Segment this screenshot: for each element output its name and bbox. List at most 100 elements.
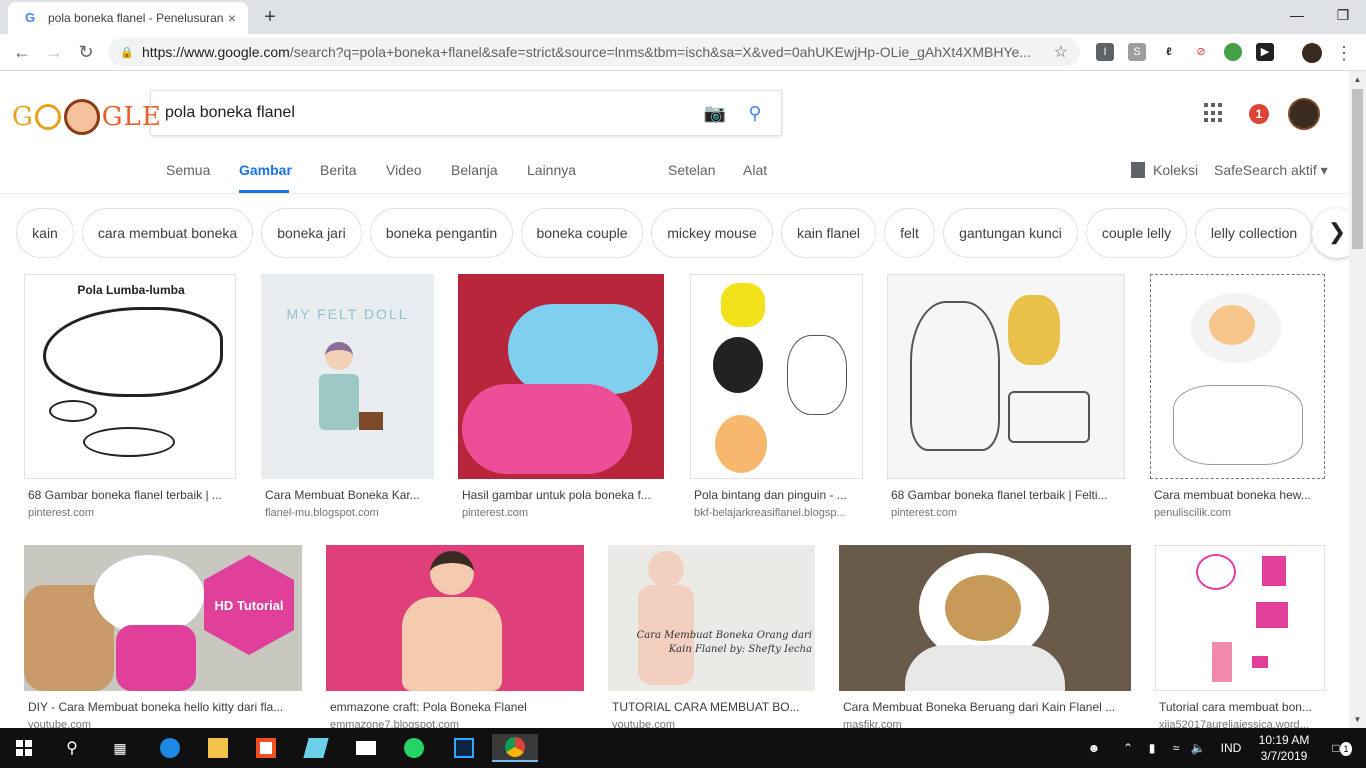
task-view-icon[interactable]: ▦ bbox=[100, 734, 140, 762]
result-title[interactable]: emmazone craft: Pola Boneka Flanel bbox=[330, 700, 582, 714]
image-result[interactable]: Pola bintang dan pinguin - ... bkf-belaj… bbox=[690, 274, 863, 519]
tab-lainnya[interactable]: Lainnya bbox=[527, 162, 576, 178]
windows-start-icon[interactable] bbox=[4, 734, 44, 762]
minimize-button[interactable]: — bbox=[1274, 0, 1320, 32]
chip-kain-flanel[interactable]: kain flanel bbox=[781, 208, 876, 258]
chip-felt[interactable]: felt bbox=[884, 208, 935, 258]
search-icon[interactable]: ⚲ bbox=[52, 734, 92, 762]
result-title[interactable]: 68 Gambar boneka flanel terbaik | ... bbox=[28, 488, 234, 502]
result-title[interactable]: Cara membuat boneka hew... bbox=[1154, 488, 1323, 502]
chip-couple-lelly[interactable]: couple lelly bbox=[1086, 208, 1187, 258]
result-title[interactable]: 68 Gambar boneka flanel terbaik | Felti.… bbox=[891, 488, 1123, 502]
photos-app-icon[interactable] bbox=[296, 734, 336, 762]
extension-block-icon[interactable]: ⊘ bbox=[1192, 43, 1210, 61]
result-title[interactable]: Hasil gambar untuk pola boneka f... bbox=[462, 488, 662, 502]
chip-boneka-couple[interactable]: boneka couple bbox=[521, 208, 643, 258]
people-icon[interactable]: ☻ bbox=[1080, 728, 1108, 768]
chip-mickey-mouse[interactable]: mickey mouse bbox=[651, 208, 773, 258]
image-result[interactable]: Cara Membuat Boneka Beruang dari Kain Fl… bbox=[839, 545, 1131, 730]
result-thumbnail[interactable]: Pola Lumba-lumba bbox=[24, 274, 236, 479]
maximize-button[interactable]: ❐ bbox=[1320, 0, 1366, 32]
chip-lelly-collection[interactable]: lelly collection bbox=[1195, 208, 1313, 258]
vertical-scrollbar[interactable]: ▲ ▼ bbox=[1349, 71, 1366, 728]
image-result[interactable]: emmazone craft: Pola Boneka Flanel emmaz… bbox=[326, 545, 584, 730]
tab-berita[interactable]: Berita bbox=[320, 162, 357, 178]
chip-gantungan-kunci[interactable]: gantungan kunci bbox=[943, 208, 1078, 258]
tab-semua[interactable]: Semua bbox=[166, 162, 210, 178]
address-bar[interactable]: 🔒 https://www.google.com/search?q=pola+b… bbox=[108, 38, 1080, 66]
profile-avatar-icon[interactable] bbox=[1302, 43, 1322, 63]
result-title[interactable]: Cara Membuat Boneka Kar... bbox=[265, 488, 432, 502]
extension-s-icon[interactable]: S bbox=[1128, 43, 1146, 61]
search-input[interactable]: pola boneka flanel bbox=[165, 104, 703, 122]
tab-video[interactable]: Video bbox=[386, 162, 422, 178]
result-thumbnail[interactable] bbox=[1150, 274, 1325, 479]
whatsapp-icon[interactable] bbox=[394, 734, 434, 762]
safesearch-toggle[interactable]: SafeSearch aktif ▾ bbox=[1214, 162, 1328, 179]
result-title[interactable]: TUTORIAL CARA MEMBUAT BO... bbox=[612, 700, 813, 714]
image-result[interactable]: MY FELT DOLL Cara Membuat Boneka Kar... … bbox=[261, 274, 434, 519]
result-title[interactable]: DIY - Cara Membuat boneka hello kitty da… bbox=[28, 700, 300, 714]
bookmark-star-icon[interactable]: ☆ bbox=[1050, 42, 1068, 62]
photoshop-icon[interactable] bbox=[444, 734, 484, 762]
tab-gambar[interactable]: Gambar bbox=[239, 162, 292, 178]
result-thumbnail[interactable] bbox=[690, 274, 863, 479]
file-explorer-icon[interactable] bbox=[198, 734, 238, 762]
image-result[interactable]: Hasil gambar untuk pola boneka f... pint… bbox=[458, 274, 664, 519]
chip-boneka-pengantin[interactable]: boneka pengantin bbox=[370, 208, 513, 258]
chip-cara-membuat-boneka[interactable]: cara membuat boneka bbox=[82, 208, 253, 258]
extension-nyt-icon[interactable]: ℓ bbox=[1160, 43, 1178, 61]
tab-belanja[interactable]: Belanja bbox=[451, 162, 498, 178]
menu-kebab-icon[interactable]: ⋮ bbox=[1332, 41, 1356, 65]
extension-i-icon[interactable]: I bbox=[1096, 43, 1114, 61]
wifi-icon[interactable]: ≈ bbox=[1166, 728, 1186, 768]
image-result[interactable]: Tutorial cara membuat bon... xiia52017au… bbox=[1155, 545, 1325, 730]
image-result[interactable]: Cara Membuat Boneka Orang dari Kain Flan… bbox=[608, 545, 815, 730]
clock[interactable]: 10:19 AM 3/7/2019 bbox=[1256, 732, 1312, 764]
image-result[interactable]: Pola Lumba-lumba 68 Gambar boneka flanel… bbox=[24, 274, 236, 519]
camera-icon[interactable]: 📷 bbox=[703, 103, 727, 124]
result-title[interactable]: Pola bintang dan pinguin - ... bbox=[694, 488, 861, 502]
scroll-down-arrow-icon[interactable]: ▼ bbox=[1349, 711, 1366, 728]
extension-globe-icon[interactable] bbox=[1224, 43, 1242, 61]
notifications-badge[interactable]: 1 bbox=[1249, 104, 1269, 124]
battery-icon[interactable]: ▮ bbox=[1142, 728, 1162, 768]
tab-setelan[interactable]: Setelan bbox=[668, 162, 715, 178]
tab-close-icon[interactable]: × bbox=[224, 10, 240, 26]
result-thumbnail[interactable]: Cara Membuat Boneka Orang dari Kain Flan… bbox=[608, 545, 815, 691]
account-avatar[interactable] bbox=[1288, 98, 1320, 130]
scrollbar-thumb[interactable] bbox=[1352, 89, 1363, 249]
back-arrow-icon[interactable]: ← bbox=[10, 40, 34, 64]
collections-link[interactable]: Koleksi bbox=[1131, 162, 1198, 178]
volume-icon[interactable]: 🔈 bbox=[1188, 728, 1208, 768]
image-result[interactable]: Cara membuat boneka hew... penuliscilik.… bbox=[1150, 274, 1325, 519]
edge-browser-icon[interactable] bbox=[150, 734, 190, 762]
result-thumbnail[interactable]: HD Tutorial bbox=[24, 545, 302, 691]
apps-grid-icon[interactable] bbox=[1204, 103, 1224, 123]
scroll-up-arrow-icon[interactable]: ▲ bbox=[1349, 71, 1366, 88]
store-icon[interactable] bbox=[246, 734, 286, 762]
image-result[interactable]: HD Tutorial DIY - Cara Membuat boneka he… bbox=[24, 545, 302, 730]
result-title[interactable]: Cara Membuat Boneka Beruang dari Kain Fl… bbox=[843, 700, 1129, 714]
search-icon[interactable]: ⚲ bbox=[743, 103, 767, 124]
chrome-taskbar-icon[interactable] bbox=[492, 734, 538, 762]
language-indicator[interactable]: IND bbox=[1214, 728, 1248, 768]
result-thumbnail[interactable] bbox=[839, 545, 1131, 691]
result-thumbnail[interactable] bbox=[458, 274, 664, 479]
result-thumbnail[interactable] bbox=[887, 274, 1125, 479]
result-thumbnail[interactable] bbox=[1155, 545, 1325, 691]
result-thumbnail[interactable] bbox=[326, 545, 584, 691]
image-result[interactable]: 68 Gambar boneka flanel terbaik | Felti.… bbox=[887, 274, 1125, 519]
new-tab-button[interactable]: + bbox=[258, 5, 282, 29]
chip-kain[interactable]: kain bbox=[16, 208, 74, 258]
mail-icon[interactable] bbox=[346, 734, 386, 762]
forward-arrow-icon[interactable]: → bbox=[42, 40, 66, 64]
chip-boneka-jari[interactable]: boneka jari bbox=[261, 208, 362, 258]
tab-alat[interactable]: Alat bbox=[743, 162, 767, 178]
result-thumbnail[interactable]: MY FELT DOLL bbox=[261, 274, 434, 479]
chevron-up-icon[interactable]: ⌃ bbox=[1118, 728, 1138, 768]
extension-play-icon[interactable]: ▶ bbox=[1256, 43, 1274, 61]
search-box[interactable]: pola boneka flanel 📷 ⚲ bbox=[150, 90, 782, 136]
browser-tab[interactable]: G pola boneka flanel - Penelusuran Googl… bbox=[8, 2, 248, 34]
result-title[interactable]: Tutorial cara membuat bon... bbox=[1159, 700, 1323, 714]
